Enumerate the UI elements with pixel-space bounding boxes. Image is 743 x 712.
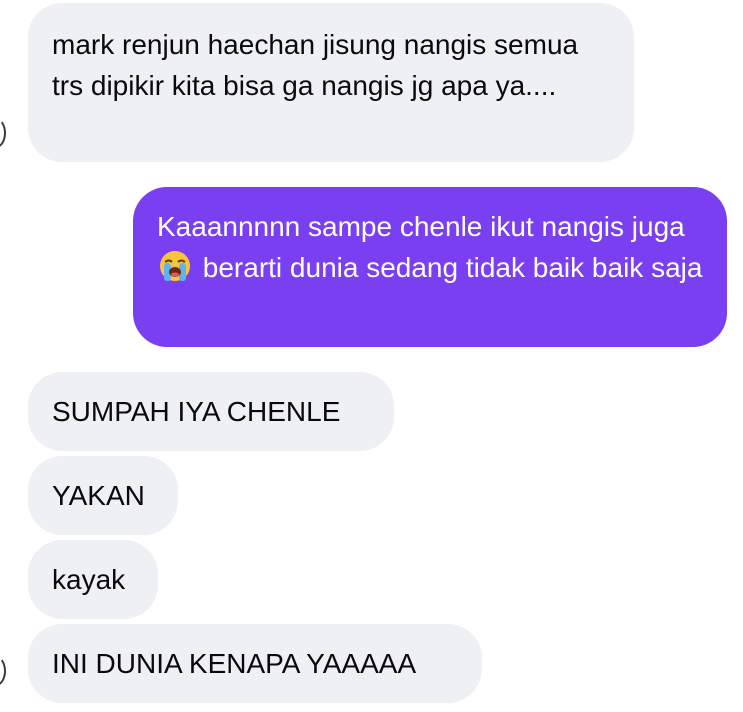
message-text: INI DUNIA KENAPA YAAAAA (52, 648, 417, 679)
message-text: berarti dunia sedang tidak baik baik saj… (195, 252, 703, 283)
sender-avatar[interactable] (0, 656, 6, 686)
message-bubble-incoming[interactable]: INI DUNIA KENAPA YAAAAA (28, 624, 482, 703)
message-text: Kaaannnnn sampe chenle ikut nangis juga (157, 211, 685, 242)
message-bubble-outgoing[interactable]: Kaaannnnn sampe chenle ikut nangis juga … (133, 187, 727, 347)
message-bubble-incoming[interactable]: kayak (28, 540, 158, 619)
message-text: kayak (52, 564, 126, 595)
message-bubble-incoming[interactable]: mark renjun haechan jisung nangis semua … (28, 3, 634, 162)
message-bubble-incoming[interactable]: SUMPAH IYA CHENLE (28, 372, 394, 451)
chat-thread: mark renjun haechan jisung nangis semua … (0, 0, 743, 712)
loudly-crying-face-icon (159, 250, 191, 282)
message-text: YAKAN (52, 480, 145, 511)
message-text: mark renjun haechan jisung nangis semua … (52, 29, 579, 101)
message-bubble-incoming[interactable]: YAKAN (28, 456, 178, 535)
sender-avatar[interactable] (0, 118, 6, 148)
message-text: SUMPAH IYA CHENLE (52, 396, 341, 427)
